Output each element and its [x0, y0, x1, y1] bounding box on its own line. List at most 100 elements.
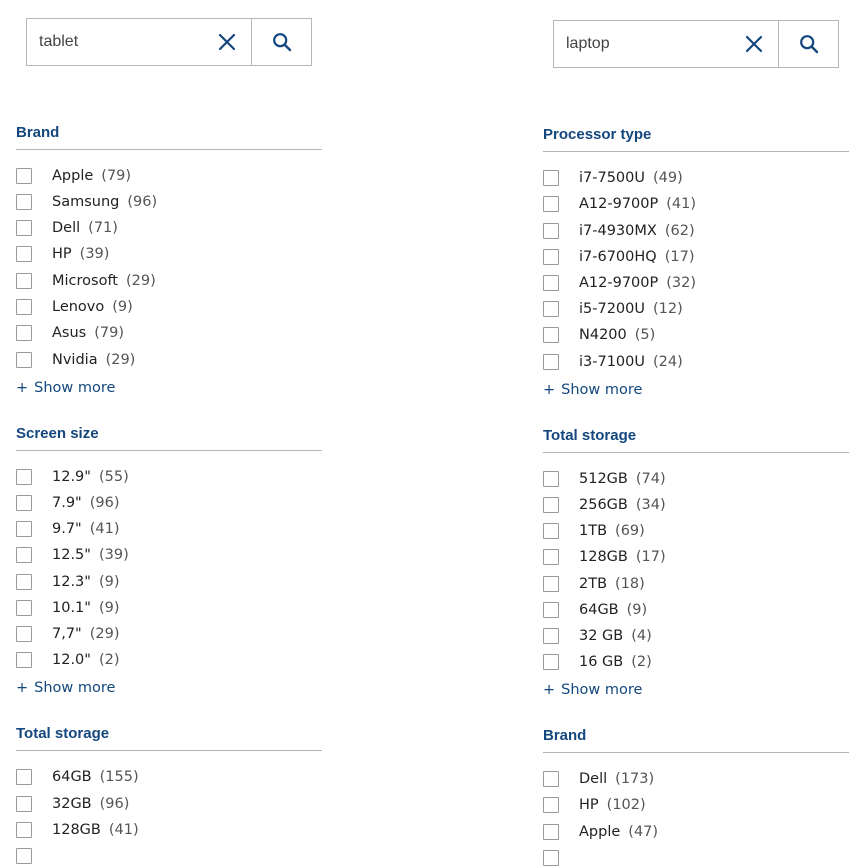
- show-more-link[interactable]: + Show more: [543, 382, 642, 398]
- checkbox[interactable]: [543, 223, 559, 239]
- checkbox[interactable]: [543, 654, 559, 670]
- checkbox[interactable]: [543, 850, 559, 866]
- checkbox[interactable]: [543, 576, 559, 592]
- search-input[interactable]: [27, 19, 203, 65]
- checkbox[interactable]: [543, 327, 559, 343]
- checkbox[interactable]: [16, 547, 32, 563]
- checkbox[interactable]: [16, 574, 32, 590]
- filter-option[interactable]: 12.0" (2): [16, 650, 120, 670]
- show-more-link[interactable]: + Show more: [16, 680, 115, 696]
- option-count: (9): [626, 602, 648, 618]
- checkbox[interactable]: [543, 523, 559, 539]
- option-label: 512GB: [579, 471, 628, 487]
- filter-option[interactable]: 128GB (41): [16, 820, 139, 840]
- checkbox[interactable]: [16, 600, 32, 616]
- search-button[interactable]: [778, 21, 838, 67]
- filter-option[interactable]: 512GB (74): [543, 469, 666, 489]
- checkbox[interactable]: [16, 246, 32, 262]
- show-more-label: Show more: [561, 382, 643, 398]
- checkbox[interactable]: [16, 220, 32, 236]
- filter-option[interactable]: 12.3" (9): [16, 572, 120, 592]
- checkbox[interactable]: [16, 469, 32, 485]
- filter-option[interactable]: Dell (71): [16, 218, 118, 238]
- filter-option[interactable]: 9.7" (41): [16, 519, 120, 539]
- option-count: (79): [94, 325, 124, 341]
- clear-search-button[interactable]: [203, 19, 251, 65]
- filter-option[interactable]: i7-4930MX (62): [543, 221, 695, 241]
- filter-option[interactable]: 1TB (69): [543, 521, 645, 541]
- filter-option[interactable]: i3-7100U (24): [543, 352, 683, 372]
- checkbox[interactable]: [543, 497, 559, 513]
- filter-option[interactable]: Apple (47): [543, 822, 658, 842]
- option-label: 256GB: [579, 497, 628, 513]
- checkbox[interactable]: [16, 495, 32, 511]
- filter-option[interactable]: Apple (79): [16, 166, 131, 186]
- option-count: (18): [615, 576, 645, 592]
- show-more-link[interactable]: + Show more: [16, 380, 115, 396]
- filter-option[interactable]: 32 GB (4): [543, 626, 652, 646]
- filter-option[interactable]: 16 GB (2): [543, 652, 652, 672]
- checkbox[interactable]: [543, 275, 559, 291]
- checkbox[interactable]: [16, 299, 32, 315]
- filter-option[interactable]: HP (102): [543, 795, 646, 815]
- checkbox[interactable]: [543, 602, 559, 618]
- filter-option[interactable]: Samsung (96): [16, 192, 157, 212]
- filter-option[interactable]: 10.1" (9): [16, 598, 120, 618]
- option-label: 12.3": [52, 574, 91, 590]
- filter-option[interactable]: 128GB (17): [543, 547, 666, 567]
- checkbox[interactable]: [543, 797, 559, 813]
- filter-option[interactable]: [16, 846, 60, 866]
- clear-search-button[interactable]: [730, 21, 778, 67]
- checkbox[interactable]: [543, 301, 559, 317]
- checkbox[interactable]: [543, 249, 559, 265]
- option-label: 12.5": [52, 547, 91, 563]
- checkbox[interactable]: [16, 273, 32, 289]
- checkbox[interactable]: [16, 168, 32, 184]
- filter-option[interactable]: i5-7200U (12): [543, 299, 683, 319]
- filter-option[interactable]: [543, 848, 587, 868]
- filter-option[interactable]: 64GB (155): [16, 767, 139, 787]
- filter-option[interactable]: 256GB (34): [543, 495, 666, 515]
- checkbox[interactable]: [543, 354, 559, 370]
- checkbox[interactable]: [543, 471, 559, 487]
- search-input[interactable]: [554, 21, 730, 67]
- filter-option[interactable]: 7.9" (96): [16, 493, 120, 513]
- filter-option[interactable]: HP (39): [16, 244, 109, 264]
- checkbox[interactable]: [16, 652, 32, 668]
- filter-option[interactable]: i7-7500U (49): [543, 168, 683, 188]
- plus-icon: +: [543, 382, 556, 398]
- checkbox[interactable]: [543, 170, 559, 186]
- filter-option[interactable]: 64GB (9): [543, 600, 647, 620]
- checkbox[interactable]: [16, 769, 32, 785]
- filter-option[interactable]: Microsoft (29): [16, 271, 156, 291]
- filter-option[interactable]: 7,7" (29): [16, 624, 120, 644]
- checkbox[interactable]: [16, 848, 32, 864]
- checkbox[interactable]: [16, 796, 32, 812]
- filter-option[interactable]: Asus (79): [16, 323, 124, 343]
- checkbox[interactable]: [543, 771, 559, 787]
- filter-option[interactable]: Lenovo (9): [16, 297, 133, 317]
- checkbox[interactable]: [16, 626, 32, 642]
- checkbox[interactable]: [16, 521, 32, 537]
- filter-option[interactable]: A12-9700P (41): [543, 194, 696, 214]
- search-button[interactable]: [251, 19, 311, 65]
- checkbox[interactable]: [16, 325, 32, 341]
- filter-option[interactable]: A12-9700P (32): [543, 273, 696, 293]
- filter-option[interactable]: i7-6700HQ (17): [543, 247, 694, 267]
- search-box: [26, 18, 312, 66]
- checkbox[interactable]: [16, 194, 32, 210]
- filter-option[interactable]: Dell (173): [543, 769, 654, 789]
- show-more-link[interactable]: + Show more: [543, 682, 642, 698]
- checkbox[interactable]: [543, 549, 559, 565]
- filter-option[interactable]: 12.9" (55): [16, 467, 129, 487]
- checkbox[interactable]: [543, 628, 559, 644]
- filter-option[interactable]: 32GB (96): [16, 794, 129, 814]
- checkbox[interactable]: [16, 822, 32, 838]
- filter-option[interactable]: N4200 (5): [543, 325, 655, 345]
- filter-option[interactable]: 12.5" (39): [16, 545, 129, 565]
- checkbox[interactable]: [543, 824, 559, 840]
- filter-option[interactable]: 2TB (18): [543, 574, 645, 594]
- filter-option[interactable]: Nvidia (29): [16, 350, 135, 370]
- checkbox[interactable]: [16, 352, 32, 368]
- checkbox[interactable]: [543, 196, 559, 212]
